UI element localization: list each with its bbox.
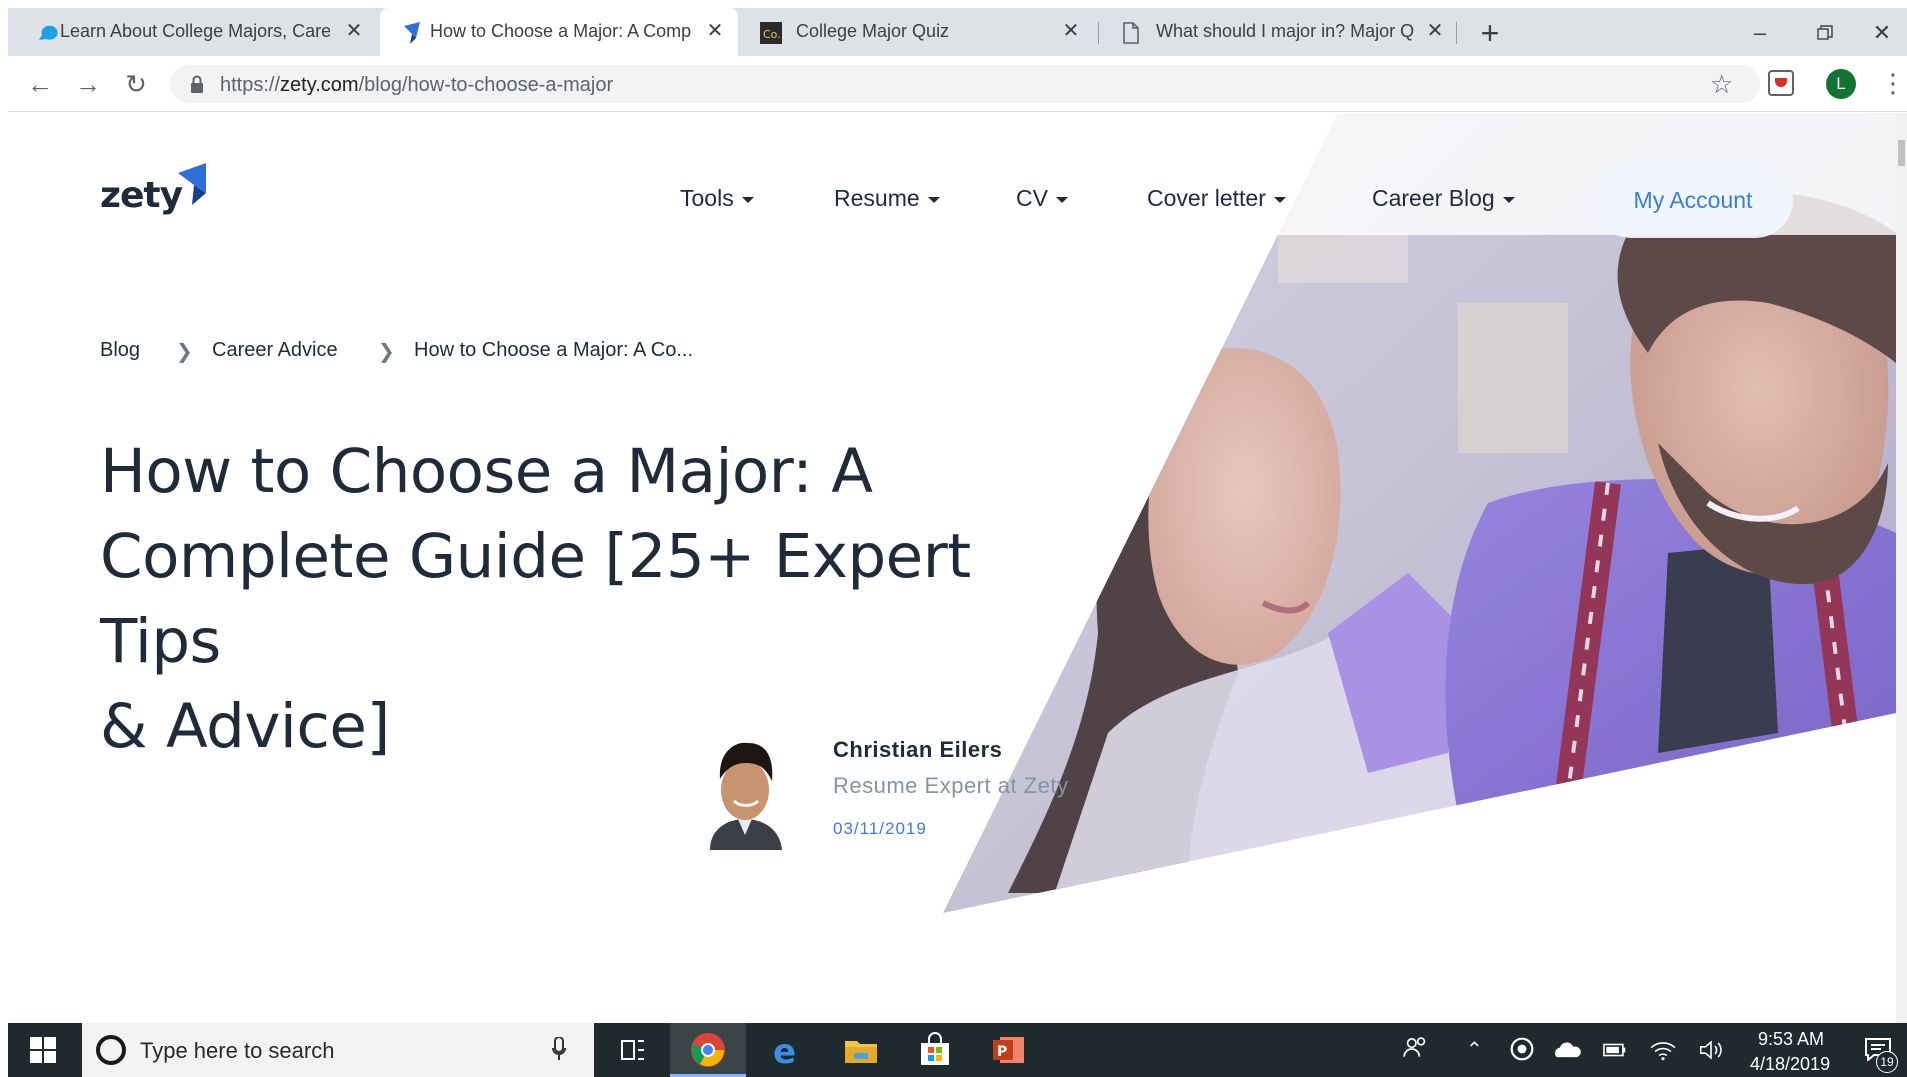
clock-time[interactable]: 9:53 AM xyxy=(1758,1029,1824,1050)
taskbar-search[interactable]: Type here to search xyxy=(82,1023,594,1077)
edge-icon[interactable]: e xyxy=(768,1031,806,1069)
people-icon[interactable] xyxy=(1400,1033,1432,1065)
author-name[interactable]: Christian Eilers xyxy=(833,737,1002,763)
web-page: zety Tools Resume CV Cover letter Career… xyxy=(8,113,1896,1023)
file-explorer-icon[interactable] xyxy=(842,1031,880,1069)
nav-cv[interactable]: CV xyxy=(1016,185,1068,212)
chevron-right-icon: ❯ xyxy=(176,341,193,363)
logo-mark-icon xyxy=(178,163,206,205)
windows-start-icon[interactable] xyxy=(30,1037,56,1063)
microphone-icon[interactable] xyxy=(552,1037,566,1061)
caret-down-icon xyxy=(1055,196,1068,203)
caret-down-icon xyxy=(1273,196,1286,203)
speech-bubble-icon xyxy=(39,25,58,40)
more-menu-icon[interactable]: ⋮ xyxy=(1880,68,1906,98)
cortana-icon xyxy=(96,1035,126,1065)
address-bar[interactable]: https://zety.com/blog/how-to-choose-a-ma… xyxy=(170,65,1760,103)
author-avatar[interactable] xyxy=(700,735,790,850)
tab-title: College Major Quiz xyxy=(796,21,950,41)
title-line: Complete Guide [25+ Expert Tips xyxy=(100,521,971,677)
author-role: Resume Expert at Zety xyxy=(833,773,1069,798)
nav-label: CV xyxy=(1016,185,1048,211)
tab-title: How to Choose a Major: A Comp xyxy=(430,21,692,41)
url-text[interactable]: https://zety.com/blog/how-to-choose-a-ma… xyxy=(220,74,613,97)
tab-separator xyxy=(1456,22,1457,44)
caret-down-icon xyxy=(1502,196,1515,203)
clock-date[interactable]: 4/18/2019 xyxy=(1750,1054,1830,1075)
forward-icon[interactable]: → xyxy=(72,68,104,100)
minimize-icon[interactable]: – xyxy=(1745,18,1775,48)
tab-separator xyxy=(1098,22,1099,44)
chrome-icon[interactable] xyxy=(689,1031,727,1069)
nav-label: Cover letter xyxy=(1147,185,1266,211)
breadcrumb-career-advice[interactable]: Career Advice xyxy=(212,339,338,362)
restore-icon[interactable] xyxy=(1810,18,1840,48)
reload-icon[interactable]: ↻ xyxy=(120,68,152,100)
chevron-up-icon[interactable]: ⌃ xyxy=(1466,1037,1483,1062)
breadcrumb-blog[interactable]: Blog xyxy=(100,339,140,362)
tab-what-should-i-major-in[interactable]: What should I major in? Major Q ✕ xyxy=(1100,8,1456,56)
close-icon[interactable]: ✕ xyxy=(1424,20,1446,42)
my-account-button[interactable]: My Account xyxy=(1593,162,1793,238)
scrollbar-thumb[interactable] xyxy=(1898,140,1905,166)
wifi-icon[interactable] xyxy=(1648,1035,1678,1065)
record-icon[interactable] xyxy=(1508,1035,1536,1063)
svg-text:Co.: Co. xyxy=(763,28,781,41)
store-icon[interactable] xyxy=(916,1031,954,1069)
caret-down-icon xyxy=(927,196,940,203)
battery-icon[interactable] xyxy=(1600,1035,1630,1065)
tab-college-majors[interactable]: Learn About College Majors, Care ✕ xyxy=(8,8,378,56)
breadcrumb-current: How to Choose a Major: A Co... xyxy=(414,339,694,361)
volume-icon[interactable] xyxy=(1696,1035,1726,1065)
pocket-extension-icon[interactable] xyxy=(1768,70,1794,96)
windows-taskbar: Type here to search e P ⌃ 9:53 AM 4/18/2… xyxy=(8,1023,1907,1077)
svg-text:P: P xyxy=(997,1044,1007,1060)
nav-label: Career Blog xyxy=(1372,185,1495,211)
logo-text: zety xyxy=(100,175,183,216)
nav-label: Resume xyxy=(834,185,920,211)
browser-toolbar: ← → ↻ https://zety.com/blog/how-to-choos… xyxy=(8,56,1907,112)
close-icon[interactable]: ✕ xyxy=(1060,20,1082,42)
tab-how-to-choose-major[interactable]: How to Choose a Major: A Comp ✕ xyxy=(380,8,738,56)
lock-icon xyxy=(191,75,203,93)
title-line: How to Choose a Major: A xyxy=(100,436,873,507)
co-icon: Co. xyxy=(760,22,782,44)
new-tab-button[interactable]: + xyxy=(1476,17,1504,49)
page-title: How to Choose a Major: A Complete Guide … xyxy=(100,429,1100,769)
browser-tab-strip: Learn About College Majors, Care ✕ How t… xyxy=(0,0,1907,56)
tab-title: Learn About College Majors, Care xyxy=(60,21,330,41)
close-icon[interactable]: ✕ xyxy=(343,20,365,42)
caret-down-icon xyxy=(741,196,754,203)
onedrive-icon[interactable] xyxy=(1552,1035,1582,1065)
window-close-icon[interactable]: ✕ xyxy=(1867,18,1897,48)
tab-title: What should I major in? Major Q xyxy=(1156,21,1415,41)
search-placeholder: Type here to search xyxy=(140,1038,335,1063)
back-icon[interactable]: ← xyxy=(24,68,56,100)
nav-career-blog[interactable]: Career Blog xyxy=(1372,185,1515,212)
scrollbar[interactable] xyxy=(1896,113,1907,1023)
url-host: zety.com xyxy=(280,74,359,96)
screen: Learn About College Majors, Care ✕ How t… xyxy=(0,0,1907,1077)
post-date: 03/11/2019 xyxy=(833,819,927,838)
zety-icon xyxy=(404,22,420,44)
svg-text:e: e xyxy=(773,1032,796,1069)
close-icon[interactable]: ✕ xyxy=(704,20,726,42)
tab-college-major-quiz[interactable]: Co. College Major Quiz ✕ xyxy=(740,8,1098,56)
nav-cover-letter[interactable]: Cover letter xyxy=(1147,185,1286,212)
url-prefix: https:// xyxy=(220,74,281,96)
chevron-right-icon: ❯ xyxy=(378,341,395,363)
profile-avatar[interactable]: L xyxy=(1826,69,1856,99)
bookmark-star-icon[interactable]: ☆ xyxy=(1710,69,1733,100)
powerpoint-icon[interactable]: P xyxy=(990,1031,1028,1069)
nav-tools[interactable]: Tools xyxy=(680,185,754,212)
task-view-icon[interactable] xyxy=(614,1031,652,1069)
nav-label: Tools xyxy=(680,185,734,211)
url-path: /blog/how-to-choose-a-major xyxy=(358,74,614,96)
document-icon xyxy=(1123,22,1139,44)
notification-badge: 19 xyxy=(1876,1051,1898,1073)
nav-resume[interactable]: Resume xyxy=(834,185,940,212)
